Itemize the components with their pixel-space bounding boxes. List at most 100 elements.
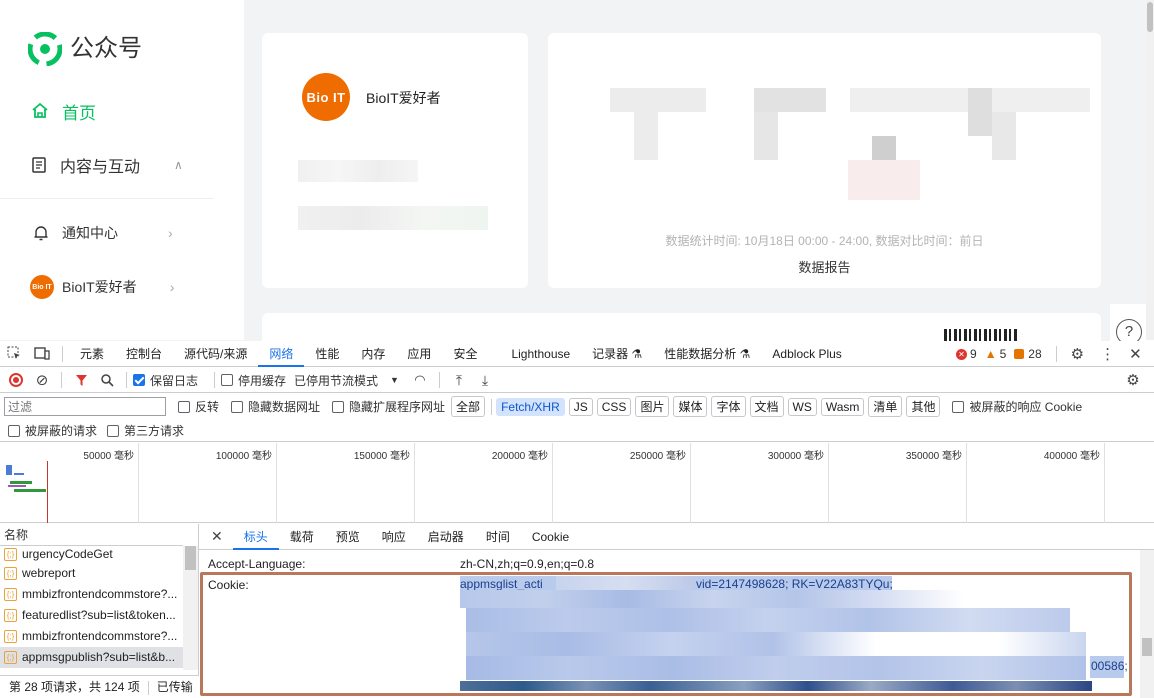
filter-type-css[interactable]: CSS [596,397,632,416]
disable-cache-check[interactable] [221,374,234,386]
redacted-stat [992,112,1016,160]
request-row[interactable]: {;} mmbizfrontendcommstore?... [0,584,183,605]
tab-headers[interactable]: 标头 [232,524,279,550]
tab-preview[interactable]: 预览 [325,524,371,550]
nav-item-account[interactable]: Bio IT BioIT爱好者 › [30,274,174,300]
redacted-stat [872,136,896,160]
filter-input[interactable] [4,397,166,416]
invert-check[interactable] [178,400,190,413]
filter-type-media[interactable]: 媒体 [673,396,708,417]
network-overview-timeline[interactable]: 50000 毫秒 100000 毫秒 150000 毫秒 200000 毫秒 2… [0,443,1154,523]
tab-console[interactable]: 控制台 [115,341,173,367]
blocked-cookies-checkbox[interactable]: 被屏蔽的响应 Cookie [952,398,1082,415]
clear-button[interactable]: ⊘ [29,368,55,392]
request-row[interactable]: {;} urgencyCodeGet [0,544,183,565]
error-counter[interactable]: ✕ 9 [956,347,977,361]
network-settings-button[interactable]: ⚙ [1120,368,1146,392]
tab-memory[interactable]: 内存 [350,341,396,367]
export-har-button[interactable]: ⤓ [472,368,498,392]
preserve-log-label: 保留日志 [150,373,199,388]
close-devtools-icon[interactable]: ✕ [1129,345,1142,363]
import-har-button[interactable]: ⤒ [446,368,472,392]
hide-ext-urls-check[interactable] [332,400,345,413]
warning-counter[interactable]: ▲ 5 [985,347,1007,361]
nav-item-notice[interactable]: 通知中心 › [32,220,173,246]
tab-payload[interactable]: 载荷 [279,524,325,550]
search-button[interactable] [94,368,120,392]
tab-application[interactable]: 应用 [396,341,442,367]
data-report-link[interactable]: 数据报告 [548,257,1101,276]
third-party-checkbox[interactable]: 第三方请求 [107,422,184,439]
tab-response[interactable]: 响应 [371,524,417,550]
request-list-scrollbar[interactable] [183,546,198,670]
filter-type-all[interactable]: 全部 [451,396,486,417]
sidebar-divider [0,198,214,199]
tab-adblock[interactable]: Adblock Plus [761,341,852,367]
tab-lighthouse[interactable]: Lighthouse [500,341,581,367]
inspect-element-icon[interactable] [0,341,28,367]
filter-type-doc[interactable]: 文档 [749,396,784,417]
tab-sources[interactable]: 源代码/来源 [173,341,258,367]
filter-toggle-button[interactable] [68,368,94,392]
throttle-select[interactable]: 已停用节流模式 ▼ [294,372,399,389]
preserve-log-checkbox[interactable]: 保留日志 [133,372,198,389]
close-detail-icon[interactable]: ✕ [199,528,233,545]
request-row[interactable]: {;} webreport [0,563,183,584]
overview-gridline [138,443,139,523]
tab-recorder[interactable]: 记录器 ⚗ [581,341,653,367]
filter-type-font[interactable]: 字体 [711,396,746,417]
blocked-requests-check[interactable] [8,424,20,437]
tab-performance[interactable]: 性能 [304,341,350,367]
request-row[interactable]: {;} mmbizfrontendcommstore?... [0,626,183,647]
record-button[interactable] [3,368,29,392]
tab-timing[interactable]: 时间 [475,524,521,550]
nav-item-content[interactable]: 内容与互动 ∧ [30,150,183,180]
device-toolbar-icon[interactable] [28,341,56,367]
overview-bar [6,465,12,475]
issue-count: 28 [1028,347,1042,361]
detail-scrollbar-thumb[interactable] [1142,638,1152,656]
more-menu-icon[interactable]: ⋮ [1100,345,1115,363]
disable-cache-checkbox[interactable]: 停用缓存 [221,372,286,389]
toolbar-separator [61,372,62,388]
tab-initiator[interactable]: 启动器 [417,524,475,550]
issue-counter[interactable]: 28 [1014,347,1042,361]
overview-gridline [276,443,277,523]
wechat-mp-logo-icon [28,32,62,66]
hide-ext-urls-checkbox[interactable]: 隐藏扩展程序网址 [332,398,445,415]
gear-icon[interactable]: ⚙ [1071,345,1084,363]
nav-item-home[interactable]: 首页 [30,96,96,126]
request-list-scrollbar-thumb[interactable] [185,546,196,570]
tab-elements[interactable]: 元素 [69,341,115,367]
page-scrollbar[interactable] [1146,0,1154,340]
tab-network[interactable]: 网络 [258,341,305,367]
request-name: featuredlist?sub=list&token... [22,608,176,622]
column-header-name[interactable]: 名称 [0,524,183,546]
filter-type-ws[interactable]: WS [787,397,817,416]
devtools-status-area: ✕ 9 ▲ 5 28 ⚙ ⋮ ✕ [956,341,1148,367]
tab-performance-insights[interactable]: 性能数据分析 ⚗ [653,341,761,367]
detail-scrollbar[interactable] [1140,550,1154,698]
blocked-requests-checkbox[interactable]: 被屏蔽的请求 [8,422,97,439]
filter-type-js[interactable]: JS [568,397,593,416]
filter-type-wasm[interactable]: Wasm [820,397,865,416]
tab-security[interactable]: 安全 [442,341,488,367]
filter-type-fetch-xhr[interactable]: Fetch/XHR [496,397,565,416]
header-name-accept-language: Accept-Language: [208,557,306,571]
page-scrollbar-thumb[interactable] [1147,2,1153,32]
preserve-log-check[interactable] [133,374,145,386]
filter-type-manifest[interactable]: 清单 [868,396,903,417]
third-party-check[interactable] [107,424,120,437]
request-name: mmbizfrontendcommstore?... [22,587,178,601]
request-row-selected[interactable]: {;} appmsgpublish?sub=list&b... [0,647,183,668]
network-conditions-button[interactable]: ◠ [407,368,433,392]
tab-cookies[interactable]: Cookie [521,524,580,550]
request-row[interactable]: {;} featuredlist?sub=list&token... [0,605,183,626]
blocked-cookies-check[interactable] [952,400,965,413]
filter-type-img[interactable]: 图片 [635,396,670,417]
filter-type-other[interactable]: 其他 [906,396,941,417]
hide-data-urls-check[interactable] [231,400,244,413]
invert-checkbox[interactable]: 反转 [178,398,219,415]
overview-gridline [966,443,967,523]
hide-data-urls-checkbox[interactable]: 隐藏数据网址 [231,398,320,415]
